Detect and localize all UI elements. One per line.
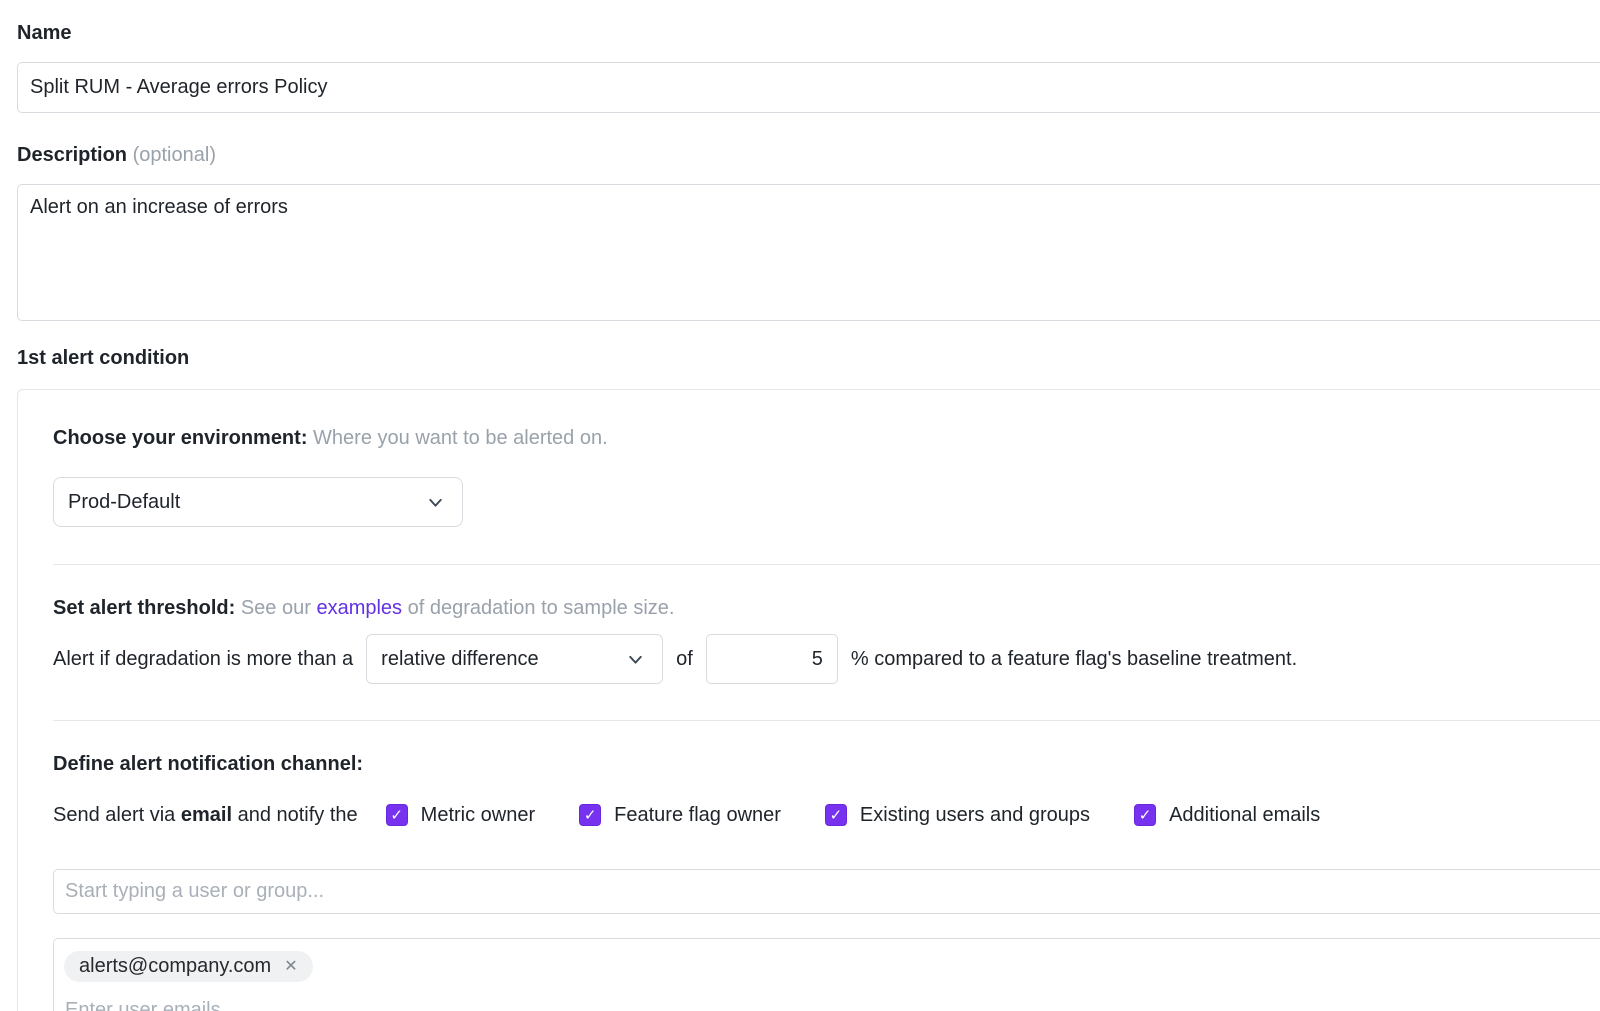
examples-link[interactable]: examples [316,597,402,619]
checkbox-label: Existing users and groups [860,803,1090,827]
email-input-placeholder: Enter user emails [65,998,1600,1011]
checkbox-label: Metric owner [421,803,535,827]
threshold-label: Set alert threshold: [53,597,235,619]
send-sentence: Send alert via email and notify the [53,803,358,827]
environment-heading: Choose your environment: Where you want … [53,426,1600,450]
environment-label: Choose your environment: [53,427,307,449]
checkbox-additional-emails[interactable]: Additional emails [1134,803,1320,827]
comparison-type-select[interactable]: relative difference [366,634,663,684]
checkbox-label: Additional emails [1169,803,1320,827]
checkbox-checked-icon[interactable] [386,804,408,826]
threshold-sentence-suffix: % compared to a feature flag's baseline … [851,648,1297,671]
chevron-down-icon [425,492,446,513]
user-group-search-input[interactable] [53,869,1600,914]
notification-heading: Define alert notification channel: [53,752,1600,776]
section-divider [53,564,1600,565]
email-chip: alerts@company.com ✕ [64,951,313,982]
comparison-type-value: relative difference [381,648,539,671]
email-chip-label: alerts@company.com [79,955,271,978]
checkbox-checked-icon[interactable] [1134,804,1156,826]
description-textarea[interactable]: Alert on an increase of errors [17,184,1600,321]
name-label: Name [17,21,1600,45]
environment-hint: Where you want to be alerted on. [313,427,608,449]
environment-select[interactable]: Prod-Default [53,477,463,527]
alert-policy-form: Name Description (optional) Alert on an … [0,0,1600,1011]
additional-emails-input[interactable]: alerts@company.com ✕ Enter user emails [53,938,1600,1011]
threshold-heading: Set alert threshold: See our examples of… [53,596,1600,620]
of-label: of [676,648,693,671]
environment-select-value: Prod-Default [68,491,180,514]
description-label: Description (optional) [17,143,1600,167]
send-alert-row: Send alert via email and notify the Metr… [53,803,1600,827]
threshold-row: Alert if degradation is more than a rela… [53,634,1600,684]
alert-condition-heading: 1st alert condition [17,346,1600,370]
email-bold: email [181,804,232,826]
checkbox-feature-flag-owner[interactable]: Feature flag owner [579,803,781,827]
alert-condition-panel: Choose your environment: Where you want … [17,389,1600,1011]
checkbox-checked-icon[interactable] [579,804,601,826]
threshold-sentence-prefix: Alert if degradation is more than a [53,648,353,671]
chevron-down-icon [625,649,646,670]
threshold-value-input[interactable] [706,634,838,684]
section-divider [53,720,1600,721]
name-input[interactable] [17,62,1600,113]
threshold-hint-prefix: See our [241,597,311,619]
checkbox-existing-users-groups[interactable]: Existing users and groups [825,803,1090,827]
checkbox-metric-owner[interactable]: Metric owner [386,803,535,827]
notify-checkbox-group: Metric owner Feature flag owner Existing… [386,803,1321,827]
checkbox-checked-icon[interactable] [825,804,847,826]
description-optional-hint: (optional) [133,144,216,166]
chip-remove-icon[interactable]: ✕ [284,959,297,975]
checkbox-label: Feature flag owner [614,803,781,827]
threshold-hint-suffix: of degradation to sample size. [408,597,675,619]
